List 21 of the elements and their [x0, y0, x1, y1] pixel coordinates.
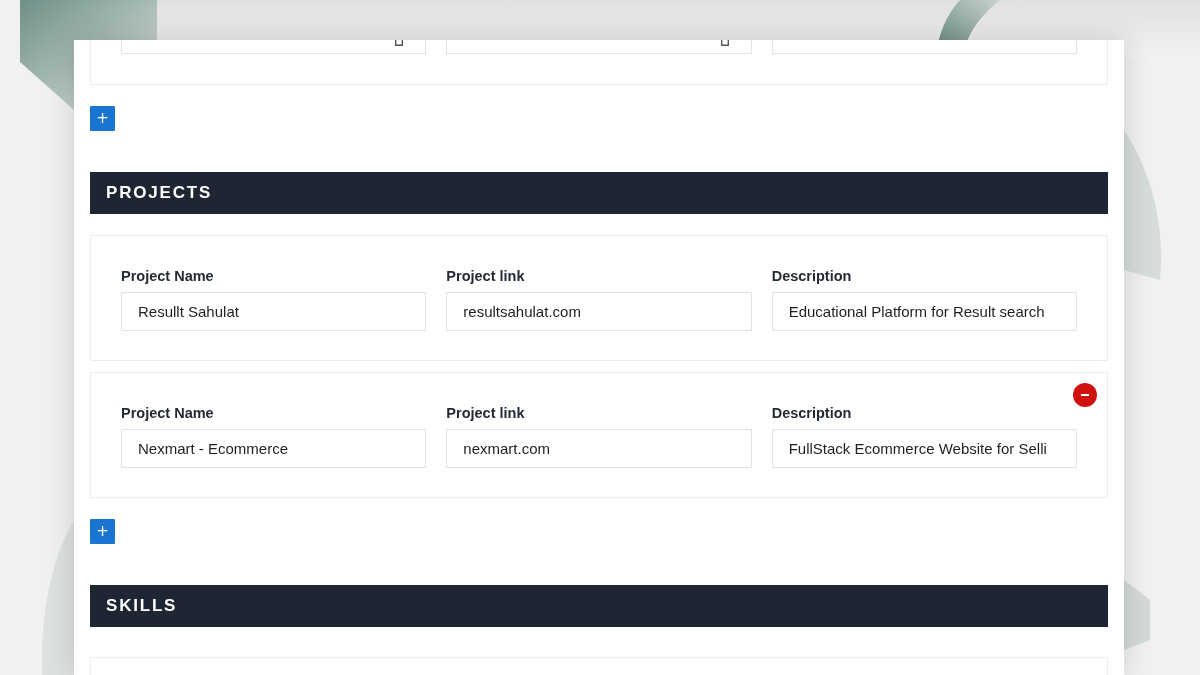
add-button[interactable]: +	[90, 106, 115, 131]
field-label: Project link	[446, 404, 525, 422]
section-header: SKILLS	[90, 585, 1108, 627]
text-field[interactable]: nexmart.com	[446, 429, 752, 468]
input-field[interactable]	[121, 40, 427, 54]
text-field[interactable]: resultsahulat.com	[446, 292, 752, 331]
text-field[interactable]: Resullt Sahulat	[121, 292, 427, 331]
minus-icon	[1081, 394, 1089, 396]
field-label: Description	[771, 267, 852, 285]
field-label: Description	[771, 404, 852, 422]
text-field[interactable]: FullStack Ecommerce Website for Selli	[771, 429, 1077, 468]
add-button[interactable]: +	[90, 519, 115, 544]
section-header: PROJECTS	[90, 172, 1108, 214]
field-label: Project link	[446, 267, 525, 285]
field-label: Project Name	[121, 267, 214, 285]
text-field[interactable]: Educational Platform for Result search	[771, 292, 1077, 331]
field-label: Project Name	[121, 404, 214, 422]
remove-button[interactable]	[1073, 383, 1097, 407]
input-field[interactable]	[771, 40, 1077, 54]
input-field[interactable]	[446, 40, 752, 54]
text-field[interactable]: Nexmart - Ecommerce	[121, 429, 427, 468]
